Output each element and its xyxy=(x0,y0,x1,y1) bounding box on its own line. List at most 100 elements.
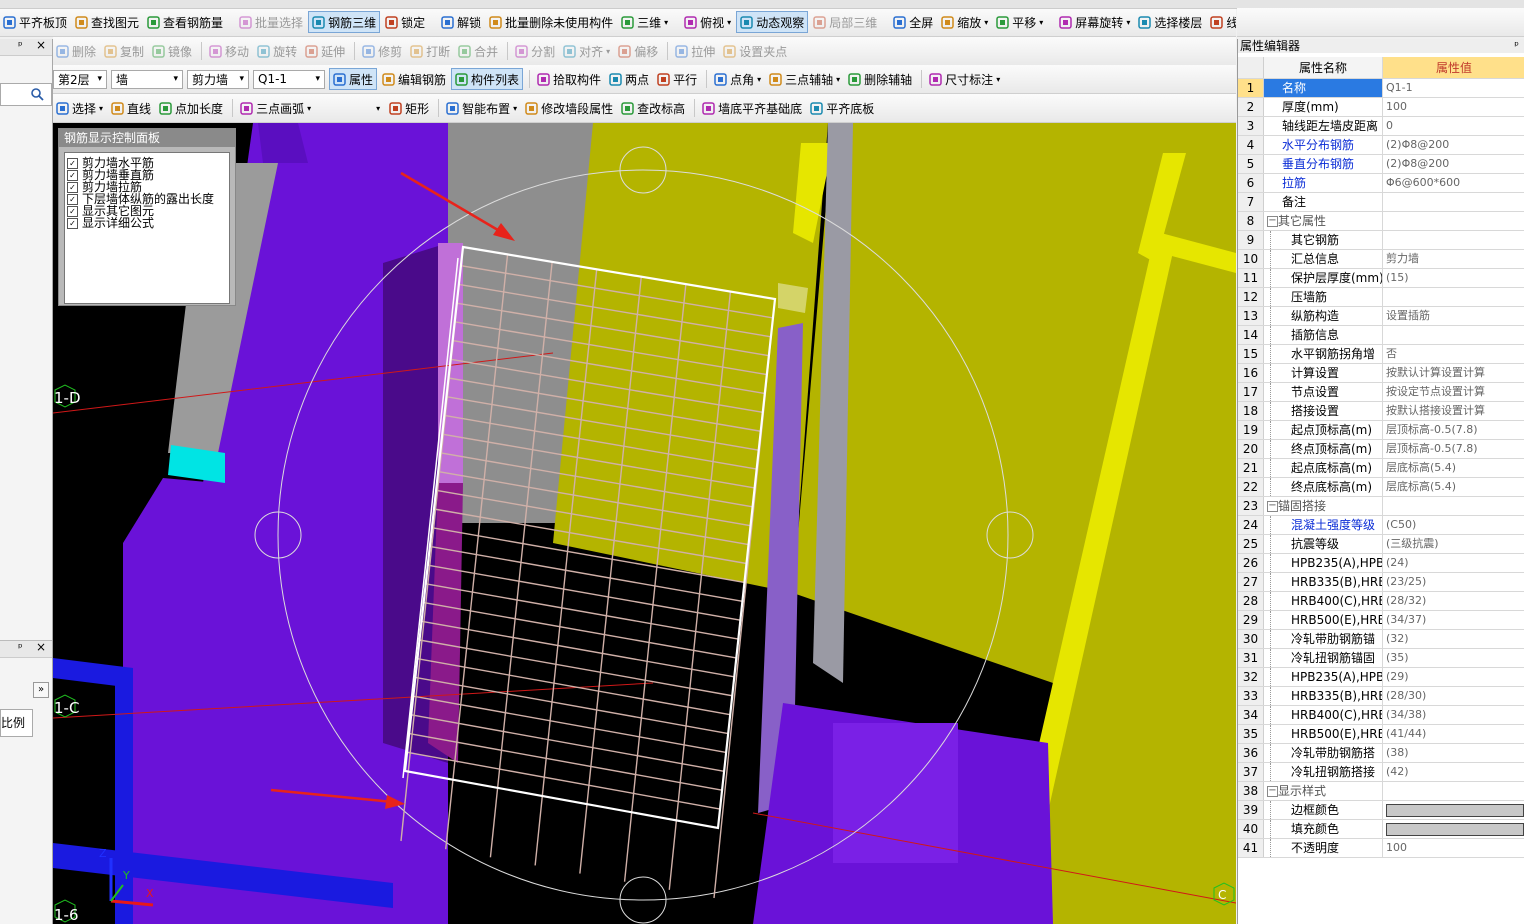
search-icon[interactable] xyxy=(30,87,44,104)
checkbox[interactable]: ✓ xyxy=(67,193,78,205)
property-row[interactable]: 7 备注 xyxy=(1238,193,1524,212)
property-row[interactable]: 18 搭接设置 按默认搭接设置计算 xyxy=(1238,402,1524,421)
checkbox[interactable]: ✓ xyxy=(67,181,78,193)
property-row[interactable]: 19 起点顶标高(m) 层顶标高-0.5(7.8) xyxy=(1238,421,1524,440)
property-row[interactable]: 11 保护层厚度(mm) (15) xyxy=(1238,269,1524,288)
property-value-cell[interactable]: 按默认搭接设置计算 xyxy=(1383,402,1524,420)
combo-category[interactable]: 墙 ▾ xyxy=(111,69,183,89)
property-value-cell[interactable]: (15) xyxy=(1383,269,1524,287)
property-value-cell[interactable]: (三级抗震) xyxy=(1383,535,1524,553)
property-row[interactable]: 20 终点顶标高(m) 层顶标高-0.5(7.8) xyxy=(1238,440,1524,459)
point-length-button[interactable]: 点加长度 xyxy=(156,97,226,119)
property-value-cell[interactable]: 层底标高(5.4) xyxy=(1383,459,1524,477)
batch-delete-button[interactable]: 批量删除未使用构件 xyxy=(486,11,616,33)
zoom-button[interactable]: 缩放 ▾ xyxy=(938,11,991,33)
property-value-cell[interactable]: (34/37) xyxy=(1383,611,1524,629)
modify-wall-button[interactable]: 修改墙段属性 xyxy=(522,97,616,119)
property-value-cell[interactable]: (42) xyxy=(1383,763,1524,781)
property-value-cell[interactable]: (28/30) xyxy=(1383,687,1524,705)
property-row[interactable]: 40 填充颜色 xyxy=(1238,820,1524,839)
property-row[interactable]: 22 终点底标高(m) 层底标高(5.4) xyxy=(1238,478,1524,497)
color-swatch[interactable] xyxy=(1386,822,1524,836)
property-row[interactable]: 21 起点底标高(m) 层底标高(5.4) xyxy=(1238,459,1524,478)
property-value-cell[interactable] xyxy=(1383,212,1524,230)
line-button[interactable]: 直线 xyxy=(108,97,154,119)
edit-rebar-button[interactable]: 编辑钢筋 xyxy=(379,68,449,90)
property-value-cell[interactable]: 0 xyxy=(1383,117,1524,135)
wireframe-button[interactable]: 线框 xyxy=(1207,11,1236,33)
property-row[interactable]: 9 其它钢筋 xyxy=(1238,231,1524,250)
combo-type[interactable]: 剪力墙 ▾ xyxy=(187,69,249,89)
elevation-button[interactable]: 查改标高 xyxy=(618,97,688,119)
parallel-button[interactable]: 平行 xyxy=(654,68,700,90)
property-row[interactable]: 31 冷轧扭钢筋锚固 (35) xyxy=(1238,649,1524,668)
property-row[interactable]: 15 水平钢筋拐角增否 xyxy=(1238,345,1524,364)
collapse-icon[interactable]: − xyxy=(1264,497,1278,515)
top-view-button[interactable]: 俯视 ▾ xyxy=(681,11,734,33)
rebar-quantity-button[interactable]: 查看钢筋量 xyxy=(144,11,226,33)
checkbox[interactable]: ✓ xyxy=(67,157,78,169)
property-value-cell[interactable]: (23/25) xyxy=(1383,573,1524,591)
lock-button[interactable]: 锁定 xyxy=(382,11,428,33)
three-point-axis-button[interactable]: 三点辅轴 ▾ xyxy=(766,68,843,90)
color-swatch[interactable] xyxy=(1386,803,1524,817)
property-value-cell[interactable]: (2)Φ8@200 xyxy=(1383,136,1524,154)
property-value-cell[interactable]: (38) xyxy=(1383,744,1524,762)
grip-button[interactable]: 设置夹点 xyxy=(720,40,790,62)
collapse-icon[interactable]: − xyxy=(1264,782,1278,800)
rotate-button[interactable]: 旋转 xyxy=(254,40,300,62)
left-search-input[interactable] xyxy=(0,83,52,106)
property-value-cell[interactable]: 100 xyxy=(1383,839,1524,857)
property-row[interactable]: 36 冷轧带肋钢筋搭 (38) xyxy=(1238,744,1524,763)
property-row[interactable]: 3 轴线距左墙皮距离 0 xyxy=(1238,117,1524,136)
extend-button[interactable]: 延伸 xyxy=(302,40,348,62)
property-value-cell[interactable]: 层底标高(5.4) xyxy=(1383,478,1524,496)
property-value-cell[interactable] xyxy=(1383,782,1524,800)
screen-rotate-button[interactable]: 屏幕旋转 ▾ xyxy=(1056,11,1133,33)
property-value-cell[interactable]: 剪力墙 xyxy=(1383,250,1524,268)
delete-axis-button[interactable]: 删除辅轴 xyxy=(845,68,915,90)
property-value-cell[interactable]: (29) xyxy=(1383,668,1524,686)
property-row[interactable]: 16 计算设置 按默认计算设置计算 xyxy=(1238,364,1524,383)
property-row[interactable]: 8− 其它属性 xyxy=(1238,212,1524,231)
batch-select-button[interactable]: 批量选择 xyxy=(236,11,306,33)
property-value-cell[interactable]: (35) xyxy=(1383,649,1524,667)
property-value-cell[interactable]: (24) xyxy=(1383,554,1524,572)
property-row[interactable]: 32 HPB235(A),HPB3 (29) xyxy=(1238,668,1524,687)
break-button[interactable]: 打断 xyxy=(407,40,453,62)
property-row[interactable]: 10 汇总信息 剪力墙 xyxy=(1238,250,1524,269)
property-row[interactable]: 2 厚度(mm) 100 xyxy=(1238,98,1524,117)
property-row[interactable]: 26 HPB235(A),HPB3 (24) xyxy=(1238,554,1524,573)
pick-button[interactable]: 拾取构件 xyxy=(534,68,604,90)
unlock-button[interactable]: 解锁 xyxy=(438,11,484,33)
flat-slab-button[interactable]: 平齐板顶 xyxy=(0,11,70,33)
property-row[interactable]: 28 HRB400(C),HRB4(28/32) xyxy=(1238,592,1524,611)
property-value-cell[interactable] xyxy=(1383,820,1524,838)
wall-foundation-button[interactable]: 墙底平齐基础底 xyxy=(699,97,805,119)
floor-select-button[interactable]: 选择楼层 xyxy=(1135,11,1205,33)
property-row[interactable]: 27 HRB335(B),HRB3(23/25) xyxy=(1238,573,1524,592)
property-value-cell[interactable]: 层顶标高-0.5(7.8) xyxy=(1383,421,1524,439)
property-value-cell[interactable]: (28/32) xyxy=(1383,592,1524,610)
property-row[interactable]: 30 冷轧带肋钢筋锚 (32) xyxy=(1238,630,1524,649)
property-value-cell[interactable]: 否 xyxy=(1383,345,1524,363)
pin-icon[interactable]: ᵖ xyxy=(18,641,23,654)
copy-button[interactable]: 复制 xyxy=(101,40,147,62)
property-row[interactable]: 13 纵筋构造 设置插筋 xyxy=(1238,307,1524,326)
expand-icon[interactable]: » xyxy=(33,682,49,698)
pin-icon[interactable]: ᵖ xyxy=(18,39,23,52)
property-row[interactable]: 25 抗震等级 (三级抗震) xyxy=(1238,535,1524,554)
property-row[interactable]: 33 HRB335(B),HRB3(28/30) xyxy=(1238,687,1524,706)
property-row[interactable]: 5 垂直分布钢筋 (2)Φ8@200 xyxy=(1238,155,1524,174)
property-row[interactable]: 24 混凝土强度等级 (C50) xyxy=(1238,516,1524,535)
mirror-button[interactable]: 镜像 xyxy=(149,40,195,62)
property-row[interactable]: 39 边框颜色 xyxy=(1238,801,1524,820)
property-value-cell[interactable]: 100 xyxy=(1383,98,1524,116)
pin-icon[interactable]: ᵖ xyxy=(1514,39,1519,53)
cursor-button[interactable]: 选择 ▾ xyxy=(53,97,106,119)
pan-button[interactable]: 平移 ▾ xyxy=(993,11,1046,33)
scale-button[interactable]: 比例 xyxy=(0,709,33,737)
property-row[interactable]: 12 压墙筋 xyxy=(1238,288,1524,307)
property-row[interactable]: 1 名称 Q1-1 xyxy=(1238,79,1524,98)
property-row[interactable]: 34 HRB400(C),HRB4(34/38) xyxy=(1238,706,1524,725)
